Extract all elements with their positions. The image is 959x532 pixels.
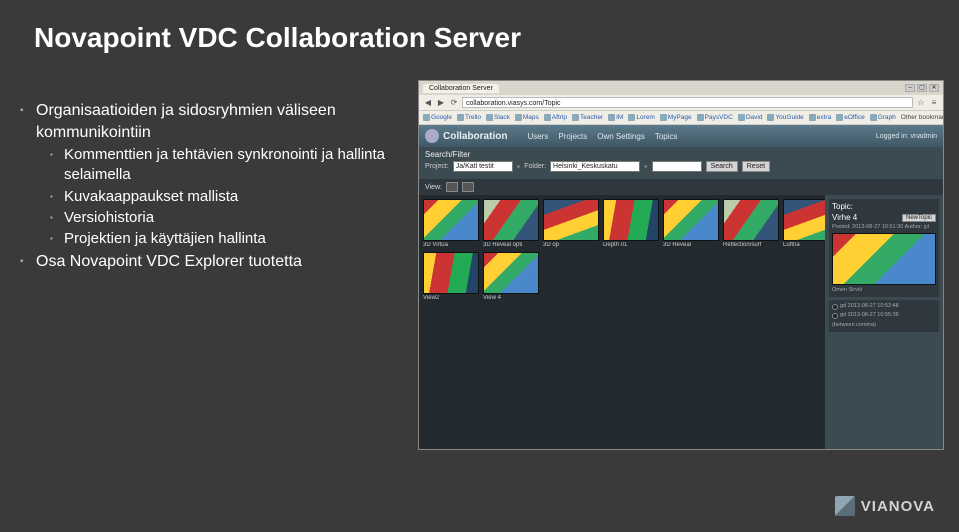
window-maximize-icon[interactable]: ▢ [917, 84, 927, 92]
bullet-1: Organisaatioiden ja sidosryhmien välisee… [20, 100, 400, 249]
reset-button[interactable]: Reset [742, 161, 770, 172]
filter-bar: Search/Filter Project: Ja/Katl testit ▾ … [419, 147, 943, 179]
slide-title: Novapoint VDC Collaboration Server [34, 22, 521, 54]
topic-meta: Posted: 2013-08-27 10:51:30 Author: jyl [832, 224, 936, 231]
thumbnail-item[interactable]: View2 [423, 252, 479, 301]
forward-icon[interactable]: ▶ [436, 98, 446, 108]
bookmark-item[interactable]: PaysVDC [697, 114, 733, 121]
bookmark-item[interactable]: MyPage [660, 114, 692, 121]
history-entry[interactable]: gd 2013-08-27 10:52:48 [832, 303, 936, 310]
view-list-icon[interactable] [462, 182, 474, 192]
author-name: Omen Sirviö [832, 287, 936, 294]
login-status: Logged in: vnadmin [876, 133, 937, 140]
tab-users[interactable]: Users [527, 132, 548, 141]
browser-tab[interactable]: Collaboration Server [423, 84, 499, 93]
brand-logo-icon [835, 496, 855, 516]
thumbnail-item[interactable]: 3D Virtua [423, 199, 479, 248]
history-entry[interactable]: gd 2013-08-27 10:55:36 [832, 312, 936, 319]
side-panel: Topic: Virhe 4 NewTopic Posted: 2013-08-… [825, 195, 943, 449]
reload-icon[interactable]: ⟳ [449, 98, 459, 108]
tab-projects[interactable]: Projects [558, 132, 587, 141]
radio-icon[interactable] [832, 304, 838, 310]
new-topic-button[interactable]: NewTopic [902, 214, 936, 222]
topic-label: Topic: [832, 202, 853, 211]
bookmark-item[interactable]: Trello [457, 114, 481, 121]
bullet-2: Osa Novapoint VDC Explorer tuotetta [20, 251, 400, 273]
bullet-list: Organisaatioiden ja sidosryhmien välisee… [20, 100, 400, 275]
bookmark-item[interactable]: Teacher [572, 114, 603, 121]
history-panel: gd 2013-08-27 10:52:48 gd 2013-08-27 10:… [829, 300, 939, 331]
project-select[interactable]: Ja/Katl testit [453, 161, 513, 172]
bookmark-item[interactable]: eOffice [836, 114, 864, 121]
thumbnail-item[interactable]: View 4 [483, 252, 539, 301]
view-row: View: [419, 179, 943, 195]
bookmark-item[interactable]: Graph [870, 114, 896, 121]
browser-window: Collaboration Server – ▢ ✕ ◀ ▶ ⟳ collabo… [418, 80, 944, 450]
bookmark-item[interactable]: YouGuide [767, 114, 803, 121]
brand-name: VIANOVA [861, 498, 935, 515]
bookmark-item[interactable]: Aftrip [544, 114, 567, 121]
tab-topics[interactable]: Topics [655, 132, 678, 141]
tab-own-settings[interactable]: Own Settings [597, 132, 645, 141]
project-label: Project: [425, 163, 449, 170]
main-area: 3D Virtua 3D Reveal opti 3D op Depth 01 … [419, 195, 943, 449]
thumbnail-item[interactable]: 3D Reveal [663, 199, 719, 248]
sub-bullet-3: Versiohistoria [50, 208, 400, 228]
bookmark-item[interactable]: Google [423, 114, 452, 121]
bookmark-item[interactable]: extra [809, 114, 831, 121]
search-input[interactable] [652, 161, 702, 172]
window-minimize-icon[interactable]: – [905, 84, 915, 92]
app-header: Collaboration Users Projects Own Setting… [419, 125, 943, 147]
thumbnail-gallery: 3D Virtua 3D Reveal opti 3D op Depth 01 … [419, 195, 825, 449]
back-icon[interactable]: ◀ [423, 98, 433, 108]
sub-bullet-1: Kommenttien ja tehtävien synkronointi ja… [50, 145, 400, 186]
window-close-icon[interactable]: ✕ [929, 84, 939, 92]
bookmark-item[interactable]: David [738, 114, 763, 121]
url-input[interactable]: collaboration.viasys.com/Topic [462, 97, 913, 108]
address-bar: ◀ ▶ ⟳ collaboration.viasys.com/Topic ☆ ≡ [419, 95, 943, 111]
menu-icon[interactable]: ≡ [929, 98, 939, 108]
folder-select[interactable]: Helsinki_Keskuskatu [550, 161, 640, 172]
thumbnail-item[interactable]: Depth 01 [603, 199, 659, 248]
bookmark-item[interactable]: Maps [515, 114, 539, 121]
bookmark-item[interactable]: Slack [486, 114, 510, 121]
comment-hint: (between comma) [832, 322, 936, 329]
thumbnail-item[interactable]: 3D Reveal opti [483, 199, 539, 248]
radio-icon[interactable] [832, 313, 838, 319]
sub-bullet-4: Projektien ja käyttäjien hallinta [50, 229, 400, 249]
bookmark-item[interactable]: Lorem [628, 114, 654, 121]
chevron-down-icon[interactable]: ▾ [644, 163, 648, 171]
topic-panel: Topic: Virhe 4 NewTopic Posted: 2013-08-… [829, 199, 939, 297]
sub-bullet-2: Kuvakaappaukset mallista [50, 187, 400, 207]
topic-preview-image[interactable] [832, 233, 936, 285]
browser-tabstrip: Collaboration Server – ▢ ✕ [419, 81, 943, 95]
chevron-down-icon[interactable]: ▾ [517, 163, 521, 171]
topic-title: Virhe 4 [832, 213, 857, 222]
other-bookmarks[interactable]: Other bookmarks [901, 114, 943, 121]
app-logo-icon [425, 129, 439, 143]
thumbnail-item[interactable]: Reflection/surf [723, 199, 779, 248]
footer-brand: VIANOVA [835, 496, 935, 516]
search-button[interactable]: Search [706, 161, 738, 172]
thumbnail-item[interactable]: Luftna [783, 199, 825, 248]
filter-title: Search/Filter [425, 150, 937, 159]
bookmark-item[interactable]: IM [608, 114, 623, 121]
thumbnail-item[interactable]: 3D op [543, 199, 599, 248]
folder-label: Folder: [524, 163, 546, 170]
star-icon[interactable]: ☆ [916, 98, 926, 108]
bookmarks-bar: Google Trello Slack Maps Aftrip Teacher … [419, 111, 943, 125]
app-tabs: Users Projects Own Settings Topics [527, 132, 677, 141]
view-grid-icon[interactable] [446, 182, 458, 192]
app-title: Collaboration [443, 131, 507, 142]
view-label: View: [425, 184, 442, 191]
